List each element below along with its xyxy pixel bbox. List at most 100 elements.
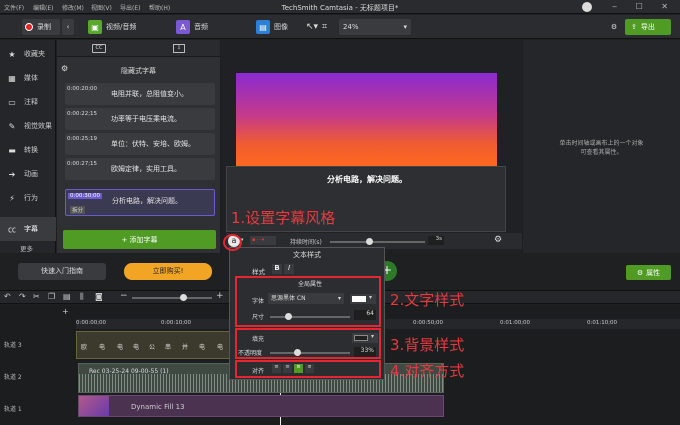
export-icon: ⇪: [631, 23, 637, 31]
undo-icon[interactable]: ↶: [4, 292, 11, 301]
clip-name: Dynamic Fill 13: [131, 403, 185, 411]
zoom-select[interactable]: 24% ▾: [339, 19, 411, 35]
export-button[interactable]: ⇪ 导出: [625, 19, 671, 35]
video-icon: ▣: [88, 20, 102, 34]
sidebar-item-annotations[interactable]: ▭ 注释: [0, 90, 56, 114]
sidebar-item-media[interactable]: ▦ 媒体: [0, 66, 56, 90]
clip-thumbnail: [79, 396, 109, 416]
caption-track-clip[interactable]: 欧 电 电 电 公 串 并 电 电: [76, 331, 238, 359]
avatar[interactable]: [582, 2, 592, 12]
gear-icon: ⚙: [636, 268, 644, 277]
caption-row[interactable]: 0:00:27;15 欧姆定律，实用工具。: [65, 158, 215, 180]
sidebar-item-visual-effects[interactable]: ✎ 视觉效果: [0, 114, 56, 138]
effects-icon: ✎: [8, 121, 16, 131]
gear-icon: ⚙: [610, 23, 618, 31]
track-label: 轨道 1: [4, 406, 22, 413]
copy-icon[interactable]: ❐: [48, 292, 55, 301]
captions-panel: CC ⇩ ⚙ 隐藏式字幕 0:00:20;00 电阻并联，总阻值变小。 0:00…: [57, 40, 220, 253]
sidebar-item-transitions[interactable]: ▬ 转换: [0, 138, 56, 162]
add-caption-button[interactable]: + 添加字幕: [63, 230, 216, 249]
sidebar-more[interactable]: 更多: [20, 243, 33, 253]
cc-icon: ㏄: [8, 224, 16, 234]
collapse-button[interactable]: ‹: [62, 19, 74, 35]
window-controls[interactable]: ‒ ☐ ✕: [612, 2, 676, 11]
chevron-down-icon: ▾: [403, 23, 407, 31]
annotation-label-background: 3.背景样式: [390, 336, 465, 354]
caption-row-selected[interactable]: 0:00:30;00 分析电路，解决问题。 拆分: [65, 189, 215, 216]
buy-now-button[interactable]: 立即购买!: [124, 263, 212, 280]
window-title: TechSmith Camtasia - 无标题项目*: [281, 4, 399, 12]
caption-edit-text[interactable]: 分析电路，解决问题。: [227, 174, 507, 185]
record-icon: [25, 23, 33, 31]
duration-slider[interactable]: [330, 241, 425, 243]
record-label: 录制: [37, 23, 51, 31]
transition-icon: ▬: [8, 145, 16, 155]
caption-text: 单位：伏特、安培、欧姆。: [111, 140, 195, 148]
sidebar-item-label: 转换: [24, 146, 38, 154]
caption-chip: 串: [165, 344, 172, 351]
cc-tab-icon[interactable]: CC: [92, 44, 106, 53]
sidebar-item-behaviors[interactable]: ⚡ 行为: [0, 186, 56, 210]
dynamic-fill-clip[interactable]: Dynamic Fill 13: [78, 395, 444, 417]
import-tab-icon[interactable]: ⇩: [173, 44, 185, 53]
export-label: 导出: [640, 23, 655, 31]
time-tick: 0:01:00;00: [500, 320, 531, 326]
crop-tool[interactable]: ⌗: [322, 19, 327, 35]
caption-chip: 并: [182, 344, 189, 351]
caption-time: 0:00:22;15: [67, 111, 98, 117]
caption-time: 0:00:20;00: [67, 86, 98, 92]
media-tab-video[interactable]: ▣ 视频/音频: [88, 19, 136, 35]
zoom-in-icon[interactable]: +: [216, 291, 224, 301]
settings-gear[interactable]: ⚙: [608, 19, 620, 35]
camera-icon[interactable]: ◙: [95, 292, 103, 301]
italic-button[interactable]: I: [284, 264, 294, 274]
media-tab-audio[interactable]: A 音频: [176, 19, 208, 35]
sidebar-item-animations[interactable]: ➔ 动画: [0, 162, 56, 186]
redo-icon[interactable]: ↷: [19, 292, 26, 301]
captions-tabs: CC ⇩: [57, 40, 220, 57]
time-tick: 0:01:10;00: [587, 320, 618, 326]
quick-start-guide-button[interactable]: 快速入门指南: [18, 263, 106, 280]
pointer-tool[interactable]: ↖▾: [306, 19, 318, 35]
chevron-left-icon: ‹: [66, 23, 70, 31]
track-label: 轨道 2: [4, 374, 22, 381]
title-bar: 文件(F) 编辑(E) 修改(M) 视图(V) 导出(E) 帮助(H) Tech…: [0, 0, 680, 14]
add-track-icon[interactable]: +: [62, 307, 69, 316]
properties-panel: 单击时间轴或画布上的一个对象 可查看其属性。: [523, 40, 680, 253]
annotation-box-background: [235, 328, 381, 359]
media-tab-image[interactable]: ▤ 图像: [256, 19, 288, 35]
speaker-select[interactable]: ▪ ···▾: [250, 236, 276, 245]
caption-row[interactable]: 0:00:25;19 单位：伏特、安培、欧姆。: [65, 133, 215, 155]
caption-chip: 电: [99, 344, 106, 351]
caption-chip: 电: [217, 344, 224, 351]
sidebar-item-label: 收藏夹: [24, 50, 45, 58]
zoom-out-icon[interactable]: −: [120, 291, 128, 301]
crop-icon: ⌗: [322, 22, 328, 32]
caption-chip: 电: [199, 344, 206, 351]
record-button[interactable]: 录制: [22, 19, 60, 35]
cut-icon[interactable]: ✂: [33, 292, 40, 301]
video-preview[interactable]: [236, 73, 497, 168]
timeline-zoom-knob[interactable]: [180, 294, 187, 301]
sidebar-item-captions[interactable]: ㏄字幕: [0, 217, 56, 241]
caption-text: 欧姆定律，实用工具。: [111, 165, 181, 173]
duration-value[interactable]: 3s: [428, 236, 444, 245]
duration-slider-knob[interactable]: [366, 238, 373, 245]
caption-row[interactable]: 0:00:20;00 电阻并联，总阻值变小。: [65, 83, 215, 105]
split-icon[interactable]: ⫼: [80, 292, 84, 302]
sidebar-item-favorites[interactable]: ★ 收藏夹: [0, 42, 56, 66]
properties-button[interactable]: ⚙ 属性: [626, 265, 671, 280]
paste-icon[interactable]: ▤: [63, 292, 71, 301]
caption-time: 0:00:25;19: [67, 136, 98, 142]
gear-icon[interactable]: ⚙: [494, 235, 502, 245]
split-button[interactable]: 拆分: [70, 206, 86, 214]
image-icon: ▤: [256, 20, 270, 34]
caption-text: 分析电路，解决问题。: [112, 197, 182, 205]
caption-row[interactable]: 0:00:22;15 功率等于电压乘电流。: [65, 108, 215, 130]
timeline-zoom-slider[interactable]: [132, 297, 212, 299]
properties-hint: 单击时间轴或画布上的一个对象: [559, 140, 644, 147]
annotation-icon: ▭: [8, 97, 16, 107]
caption-chip: 电: [133, 344, 140, 351]
bold-button[interactable]: B: [272, 264, 282, 274]
caption-time: 0:00:30;00: [68, 193, 103, 199]
